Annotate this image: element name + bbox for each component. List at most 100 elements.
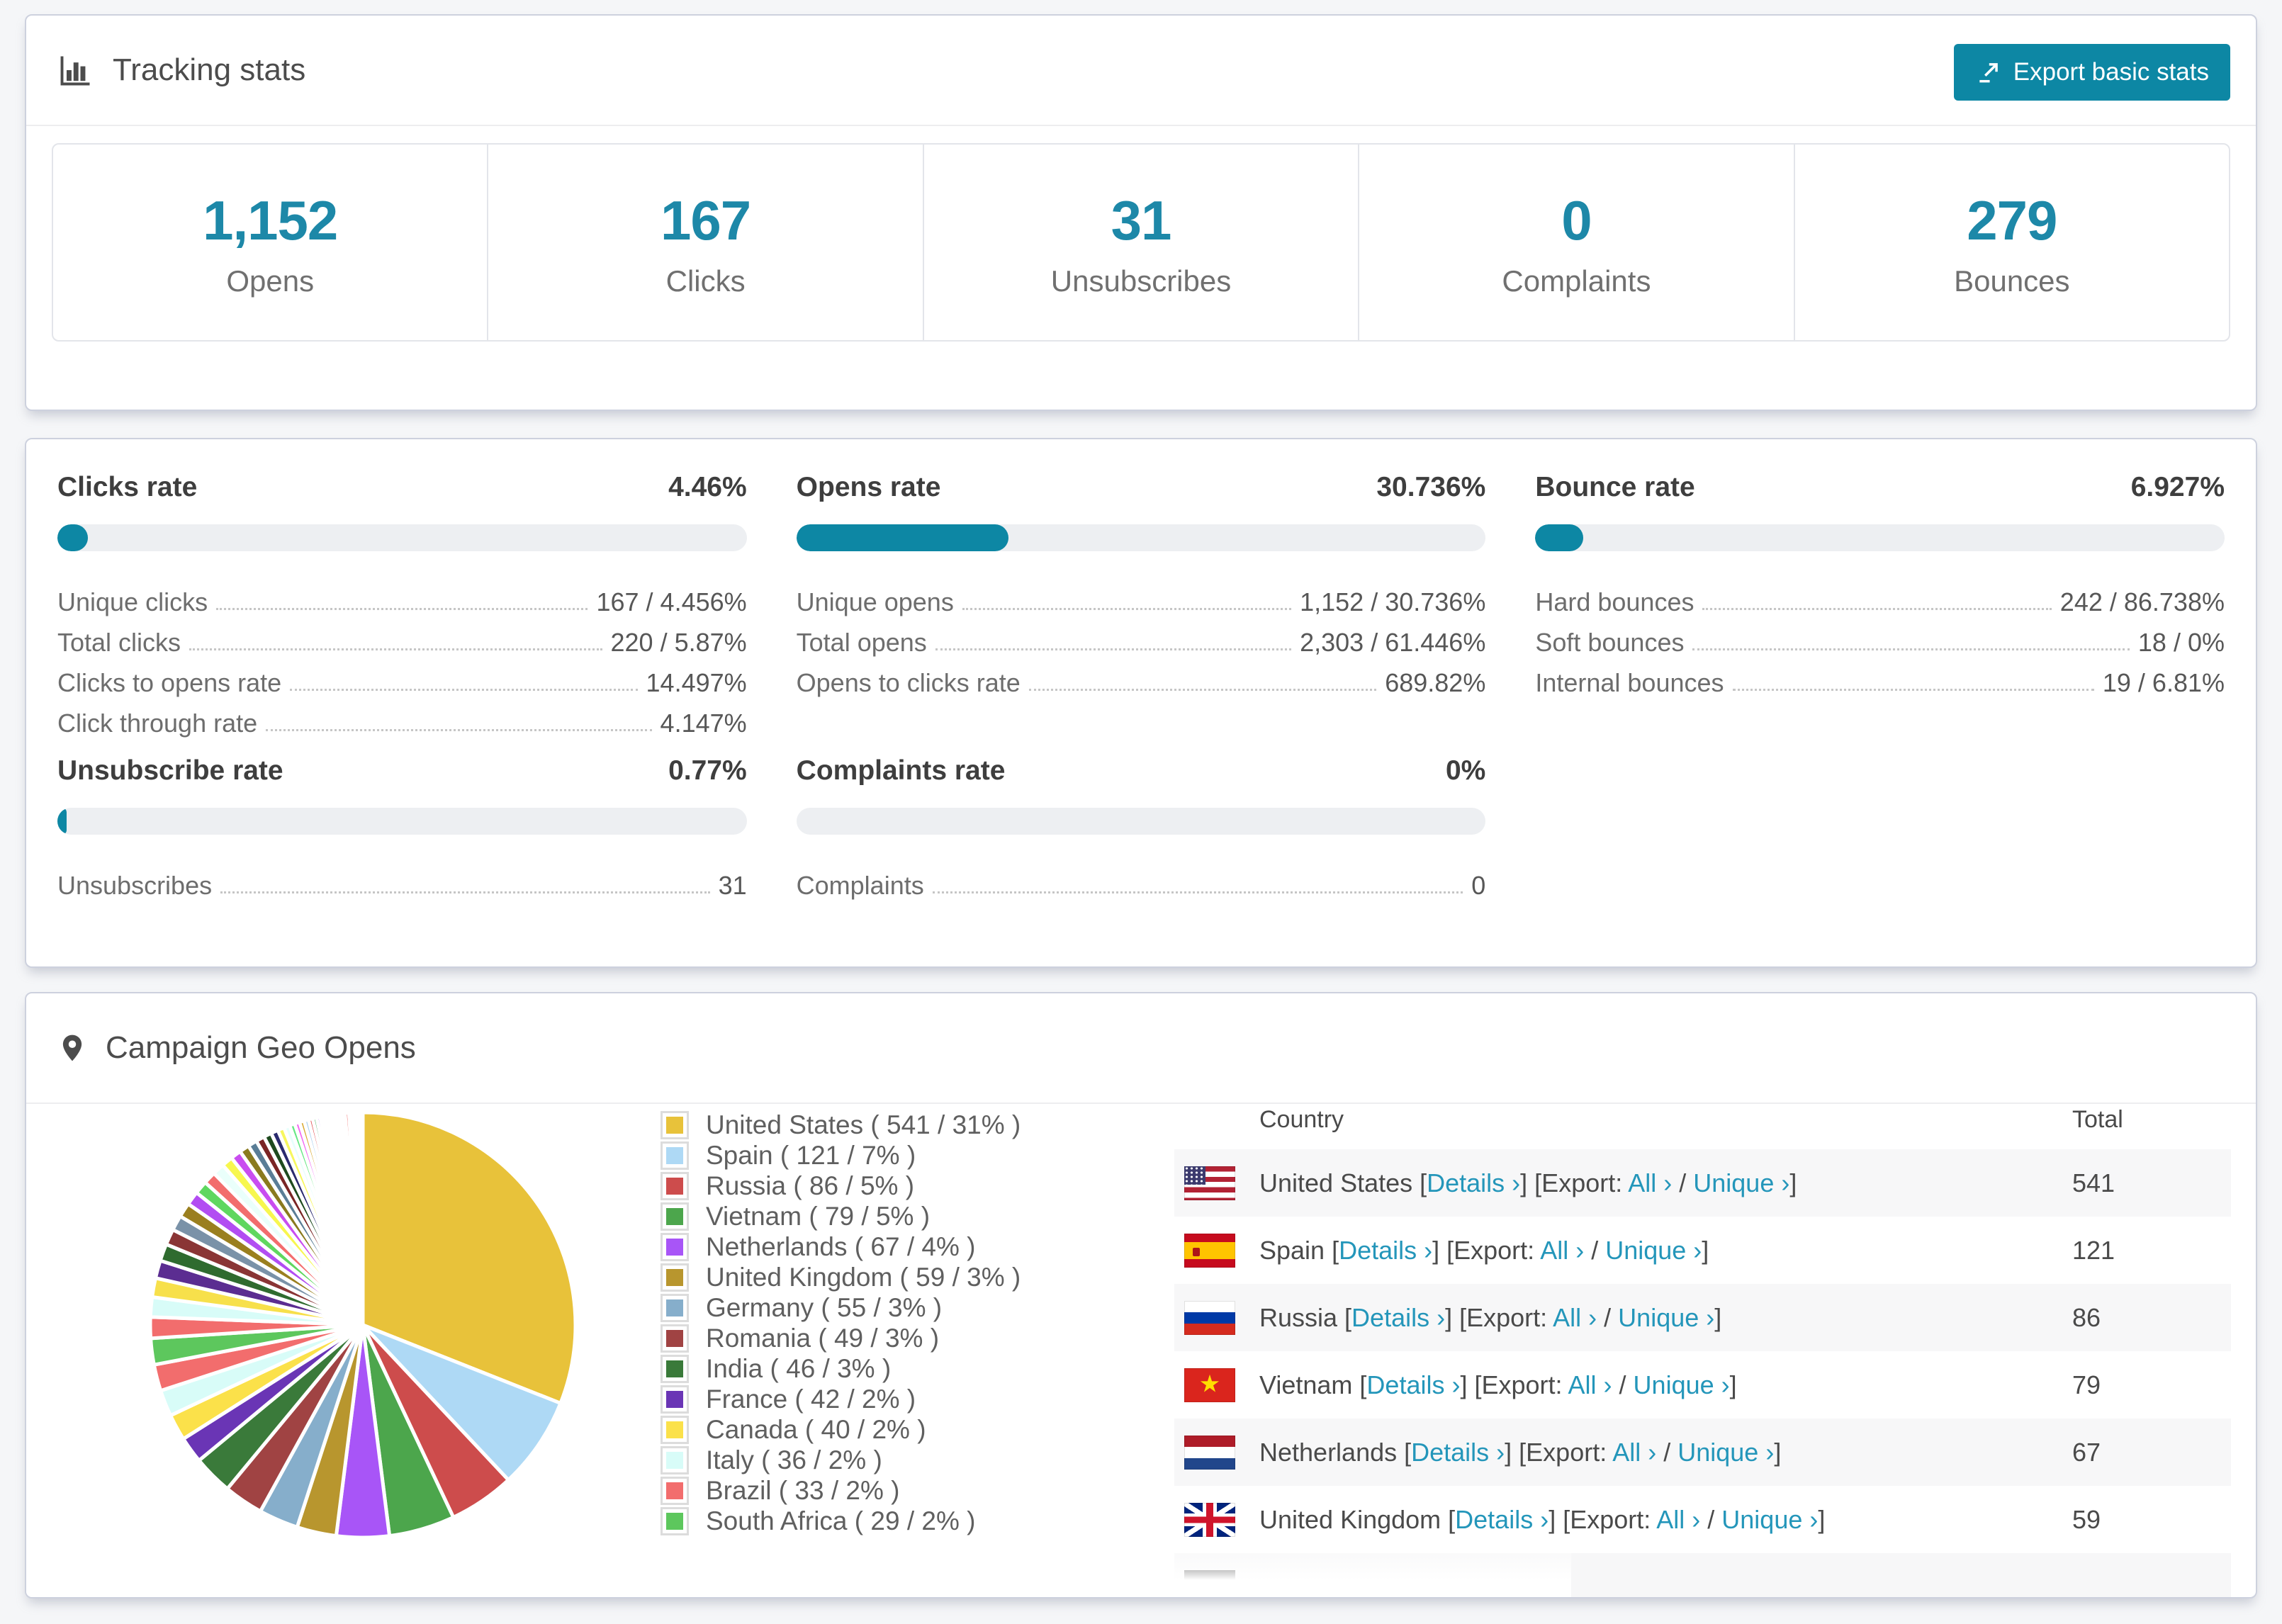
rate-progress-fill [57, 524, 89, 551]
legend-swatch [661, 1446, 689, 1474]
rates-card: Clicks rate 4.46% Unique clicks 167 / 4.… [25, 438, 2257, 968]
legend-swatch [661, 1507, 689, 1535]
stat-label: Complaints [1502, 264, 1651, 298]
details-link[interactable]: Details › [1455, 1505, 1548, 1534]
legend-swatch [661, 1202, 689, 1231]
rate-stat-row: Total clicks 220 / 5.87% [57, 617, 747, 658]
legend-swatch [661, 1111, 689, 1139]
details-link[interactable]: Details › [1411, 1438, 1505, 1467]
column-header-total: Total [2072, 1106, 2123, 1133]
legend-swatch [661, 1141, 689, 1170]
export-unique-link[interactable]: Unique › [1693, 1168, 1789, 1197]
rate-section-complaints-rate: Complaints rate 0% Complaints 0 [796, 755, 1486, 901]
export-all-link[interactable]: All › [1612, 1438, 1656, 1467]
rate-section-bounce-rate: Bounce rate 6.927% Hard bounces 242 / 86… [1535, 472, 2225, 738]
legend-item-france: France ( 42 / 2% ) [661, 1385, 1021, 1414]
rate-progress-fill [1535, 524, 1583, 551]
rate-stat-value: 167 / 4.456% [596, 587, 747, 616]
rate-section-unsubscribe-rate: Unsubscribe rate 0.77% Unsubscribes 31 [57, 755, 747, 901]
rate-stat-label: Internal bounces [1535, 668, 1724, 697]
dotted-leader [935, 648, 1292, 650]
geo-table-row-united-kingdom: United Kingdom [Details ›] [Export: All … [1174, 1486, 2231, 1553]
dotted-leader [1028, 689, 1377, 691]
export-all-link[interactable]: All › [1628, 1168, 1672, 1197]
summary-stats-box: 1,152 Opens 167 Clicks 31 Unsubscribes 0… [52, 143, 2230, 342]
rate-value: 6.927% [2130, 472, 2225, 502]
rate-stat-label: Unique opens [796, 587, 954, 616]
country-cell: United States [Details ›] [Export: All ›… [1259, 1168, 1797, 1197]
export-unique-link[interactable]: Unique › [1677, 1438, 1774, 1467]
stat-label: Opens [226, 264, 315, 298]
export-unique-link[interactable]: Unique › [1634, 1370, 1730, 1399]
export-all-link[interactable]: All › [1553, 1303, 1597, 1332]
legend-label: United States ( 541 / 31% ) [706, 1110, 1021, 1139]
tracking-stats-header: Tracking stats Export basic stats [26, 16, 2256, 126]
legend-label: Italy ( 36 / 2% ) [706, 1445, 882, 1474]
rate-progress-track [796, 808, 1486, 835]
rate-stat-label: Complaints [796, 871, 924, 900]
stat-cell-bounces: 279 Bounces [1795, 145, 2229, 340]
rate-stat-label: Unique clicks [57, 587, 208, 616]
rate-title: Clicks rate [57, 472, 198, 502]
rate-stat-row: Clicks to opens rate 14.497% [57, 658, 747, 698]
legend-label: Brazil ( 33 / 2% ) [706, 1476, 900, 1505]
rate-value: 0.77% [668, 755, 747, 786]
legend-item-united-kingdom: United Kingdom ( 59 / 3% ) [661, 1263, 1021, 1292]
export-unique-link[interactable]: Unique › [1605, 1236, 1702, 1265]
legend-label: India ( 46 / 3% ) [706, 1354, 892, 1383]
dotted-leader [220, 891, 710, 893]
rate-stat-row: Soft bounces 18 / 0% [1535, 617, 2225, 658]
export-icon [1979, 63, 1998, 83]
total-cell: 67 [2072, 1437, 2101, 1467]
rate-progress-track [57, 524, 747, 551]
details-link[interactable]: Details › [1427, 1168, 1520, 1197]
rate-section-clicks-rate: Clicks rate 4.46% Unique clicks 167 / 4.… [57, 472, 747, 738]
export-all-link[interactable]: All › [1568, 1370, 1612, 1399]
rate-stat-value: 4.147% [660, 709, 747, 738]
legend-item-russia: Russia ( 86 / 5% ) [661, 1171, 1021, 1200]
stat-value: 1,152 [203, 189, 338, 252]
geo-table: Country Total United States [Details ›] … [1174, 1096, 2231, 1597]
dotted-leader [932, 891, 1463, 893]
rate-stat-row: Total opens 2,303 / 61.446% [797, 617, 1486, 658]
details-link[interactable]: Details › [1366, 1370, 1460, 1399]
flag-icon-es [1184, 1233, 1235, 1268]
legend-swatch [661, 1416, 689, 1444]
geo-table-row-spain: Spain [Details ›] [Export: All › / Uniqu… [1174, 1217, 2231, 1284]
export-all-link[interactable]: All › [1656, 1505, 1700, 1534]
legend-label: Romania ( 49 / 3% ) [706, 1324, 940, 1353]
legend-item-vietnam: Vietnam ( 79 / 5% ) [661, 1202, 1021, 1231]
details-link[interactable]: Details › [1351, 1303, 1445, 1332]
export-unique-link[interactable]: Unique › [1721, 1505, 1818, 1534]
total-cell: 541 [2072, 1168, 2115, 1197]
legend-item-netherlands: Netherlands ( 67 / 4% ) [661, 1232, 1021, 1261]
rate-stat-label: Opens to clicks rate [796, 668, 1021, 697]
rate-stat-row: Opens to clicks rate 689.82% [797, 658, 1486, 698]
dotted-leader [962, 608, 1292, 610]
pie-slice-63 [360, 1110, 365, 1327]
geo-table-row-russia: Russia [Details ›] [Export: All › / Uniq… [1174, 1284, 2231, 1351]
export-unique-link[interactable]: Unique › [1618, 1303, 1714, 1332]
rate-value: 0% [1445, 755, 1486, 786]
rate-stat-label: Hard bounces [1535, 587, 1694, 616]
stat-label: Bounces [1954, 264, 2070, 298]
legend-item-germany: Germany ( 55 / 3% ) [661, 1293, 1021, 1322]
rate-stat-label: Soft bounces [1535, 628, 1685, 657]
export-all-link[interactable]: All › [1540, 1236, 1584, 1265]
rate-stat-row: Hard bounces 242 / 86.738% [1535, 577, 2225, 617]
country-cell: Netherlands [Details ›] [Export: All › /… [1259, 1437, 1782, 1467]
dotted-leader [290, 689, 638, 691]
bar-chart-icon [60, 56, 90, 86]
legend-label: United Kingdom ( 59 / 3% ) [706, 1263, 1021, 1292]
legend-label: France ( 42 / 2% ) [706, 1385, 916, 1414]
legend-swatch [661, 1233, 689, 1261]
details-link[interactable]: Details › [1339, 1236, 1432, 1265]
export-basic-stats-button[interactable]: Export basic stats [1953, 44, 2230, 101]
rate-progress-track [796, 524, 1486, 551]
geo-table-row-vietnam: Vietnam [Details ›] [Export: All › / Uni… [1174, 1351, 2231, 1419]
stat-cell-opens: 1,152 Opens [53, 145, 489, 340]
rate-stat-label: Total clicks [57, 628, 181, 657]
stat-label: Clicks [665, 264, 746, 298]
legend-swatch [661, 1294, 689, 1322]
rate-stat-label: Total opens [796, 628, 927, 657]
